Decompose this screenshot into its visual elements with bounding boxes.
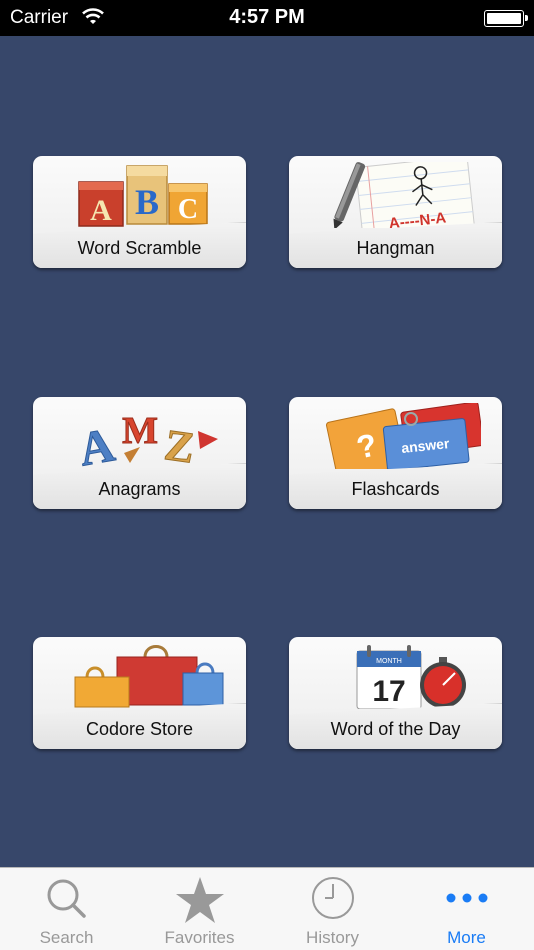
tile-label: Hangman <box>356 238 435 258</box>
abc-blocks-icon: B A C <box>33 162 246 228</box>
svg-text:Z: Z <box>161 420 197 469</box>
anagrams-tile[interactable]: A M Z Anagrams <box>33 397 246 509</box>
tab-search[interactable]: Search <box>0 868 133 950</box>
search-icon <box>0 876 133 924</box>
tab-label: History <box>306 928 359 947</box>
svg-text:A: A <box>75 418 119 469</box>
hangman-paper-icon: A----N-A <box>289 162 502 228</box>
tab-history[interactable]: History <box>266 868 399 950</box>
status-time: 4:57 PM <box>229 6 305 28</box>
svg-text:M: M <box>122 410 158 452</box>
calendar-day-text: 17 <box>372 675 405 708</box>
hangman-tile[interactable]: A----N-A Hangman <box>289 156 502 268</box>
calendar-month-text: MONTH <box>376 658 402 665</box>
star-icon <box>133 876 266 924</box>
tab-label: Favorites <box>164 928 235 947</box>
svg-text:C: C <box>177 194 197 225</box>
shopping-bags-icon <box>33 643 246 709</box>
word-of-the-day-tile[interactable]: MONTH 17 Word of the Day <box>289 637 502 749</box>
tab-bar: Search Favorites History More <box>0 867 534 950</box>
tab-favorites[interactable]: Favorites <box>133 868 266 950</box>
tile-label: Codore Store <box>85 719 194 739</box>
tab-label: More <box>447 928 486 947</box>
more-dots-icon <box>400 876 533 924</box>
tab-more[interactable]: More <box>400 868 533 950</box>
status-bar: Carrier 4:57 PM <box>0 0 534 36</box>
battery-icon <box>484 10 528 27</box>
amz-letters-icon: A M Z <box>33 403 246 469</box>
tile-label: Word Scramble <box>77 238 202 258</box>
flashcards-tile[interactable]: ? answer Flashcards <box>289 397 502 509</box>
codore-store-tile[interactable]: Codore Store <box>33 637 246 749</box>
tab-label: Search <box>39 928 94 947</box>
flashcards-icon: ? answer <box>289 403 502 469</box>
tile-label: Anagrams <box>98 479 181 499</box>
word-scramble-tile[interactable]: B A C Word Scramble <box>33 156 246 268</box>
svg-text:A: A <box>90 194 112 227</box>
svg-text:B: B <box>134 182 158 222</box>
tile-label: Word of the Day <box>330 719 461 739</box>
tile-label: Flashcards <box>351 479 440 499</box>
calendar-stopwatch-icon: MONTH 17 <box>289 643 502 709</box>
clock-icon <box>266 876 399 924</box>
